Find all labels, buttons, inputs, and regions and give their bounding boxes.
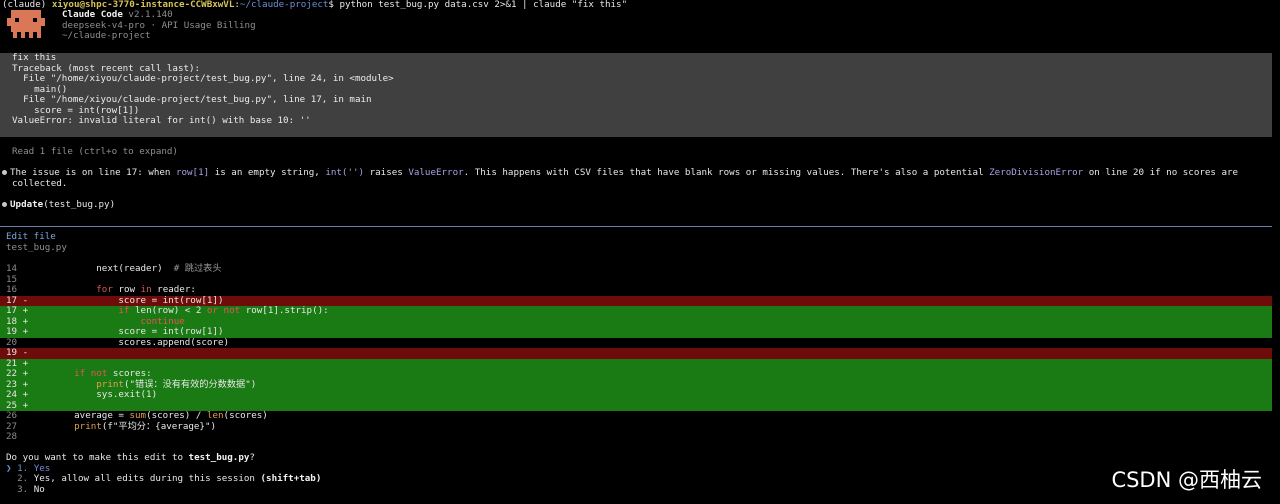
diff-line: 20 scores.append(score) — [6, 336, 230, 348]
diff-line: 28 — [6, 431, 18, 442]
watermark: CSDN @西柚云 — [1111, 468, 1262, 492]
diff-line-added: 21 + — [0, 358, 1272, 369]
update-tool-call: Update(test_bug.py) — [2, 199, 1280, 211]
option-no[interactable]: 3. No — [6, 484, 1280, 496]
diff-line-added: 19 + score = int(row[1]) — [0, 326, 1272, 338]
update-label: Update — [10, 199, 44, 210]
user-prompt-box: fix this Traceback (most recent call las… — [0, 52, 1272, 137]
shell-command: $ python test_bug.py data.csv 2>&1 | cla… — [328, 0, 628, 10]
diff-line-added: 17 + if len(row) < 2 or not row[1].strip… — [0, 305, 1272, 317]
conda-env: (claude) — [2, 0, 47, 10]
shell-command-line: (claude) xiyou@shpc-3770-instance-CCWBxw… — [2, 0, 628, 10]
bullet-icon — [2, 202, 7, 207]
working-directory: ~/claude-project — [62, 30, 151, 41]
app-name: Claude Code — [62, 9, 123, 20]
model-info: deepseek-v4-pro · API Usage Billing — [62, 20, 256, 31]
read-file-status[interactable]: Read 1 file (ctrl+o to expand) — [12, 146, 1280, 158]
diff-line-removed: 19 - — [0, 347, 1272, 359]
diff-line-added: 24 + sys.exit(1) — [0, 389, 1272, 401]
edit-file-title: Edit file — [6, 231, 56, 242]
shell-path: ~/claude-project — [239, 0, 329, 10]
prompt-line: fix this — [12, 52, 57, 63]
update-arg: (test_bug.py) — [43, 199, 116, 210]
prompt-line: File "/home/xiyou/claude-project/test_bu… — [12, 73, 394, 84]
diff-line: 14 next(reader) # 跳过表头 — [6, 263, 222, 274]
explanation-line: collected. — [12, 177, 68, 189]
divider — [0, 226, 1272, 227]
selection-pointer-icon: ❯ — [6, 462, 12, 474]
bullet-icon — [2, 170, 7, 175]
assistant-explanation: The issue is on line 17: when row[1] is … — [2, 167, 1280, 179]
edit-confirm-question: Do you want to make this edit to test_bu… — [6, 452, 255, 463]
claude-logo-icon — [3, 10, 49, 40]
app-header-title: Claude Code v2.1.140 — [62, 9, 1280, 21]
option-yes-allow-all[interactable]: 2. Yes, allow all edits during this sess… — [6, 473, 1280, 485]
diff-line: 16 for row in reader: — [6, 284, 196, 295]
diff-line-added: 23 + print("错误：没有有效的分数数据") — [0, 379, 1272, 390]
edit-file-name: test_bug.py — [6, 241, 67, 253]
prompt-line: ValueError: invalid literal for int() wi… — [12, 115, 311, 126]
prompt-line: File "/home/xiyou/claude-project/test_bu… — [12, 94, 372, 105]
app-version: v2.1.140 — [128, 9, 173, 20]
diff-line: 27 print(f"平均分：{average}") — [6, 420, 217, 432]
